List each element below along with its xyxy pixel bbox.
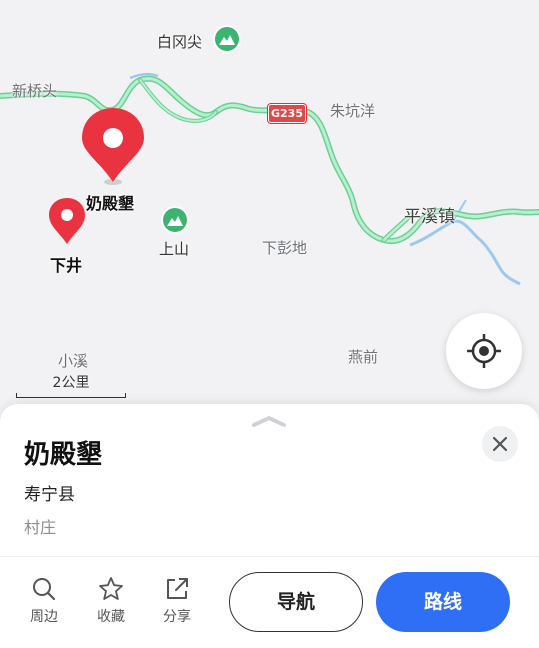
place-label-xiajing[interactable]: 下井	[50, 252, 82, 276]
favorite-button[interactable]: 收藏	[89, 570, 133, 626]
map-pin-icon	[49, 198, 85, 244]
road-shield-g235: G235	[268, 104, 306, 123]
chevron-up-icon	[252, 416, 286, 427]
locate-me-button[interactable]	[446, 313, 522, 389]
selected-location-pin[interactable]	[80, 106, 146, 190]
place-title: 奶殿墾	[24, 440, 103, 470]
divider	[0, 556, 539, 557]
mountain-icon[interactable]	[163, 208, 187, 232]
place-county: 寿宁县	[24, 485, 75, 505]
map-scale: 2公里	[16, 372, 126, 398]
close-button[interactable]	[482, 426, 518, 462]
place-detail-sheet: 奶殿墾 寿宁县 村庄 周边 收藏 分享 导航 路线	[0, 404, 539, 648]
place-label-yanqian[interactable]: 燕前	[348, 346, 378, 367]
place-label-xiaoxi[interactable]: 小溪	[58, 350, 88, 371]
share-button[interactable]: 分享	[155, 570, 199, 626]
star-icon	[99, 577, 123, 600]
nearby-button[interactable]: 周边	[22, 570, 66, 626]
sheet-handle[interactable]	[251, 412, 287, 431]
scale-label: 2公里	[52, 375, 90, 391]
navigate-button[interactable]: 导航	[229, 572, 363, 632]
favorite-label: 收藏	[97, 609, 125, 625]
scale-bar	[16, 393, 126, 398]
share-label: 分享	[163, 609, 191, 625]
place-label-zhukengyang[interactable]: 朱坑洋	[330, 100, 375, 121]
mountain-icon[interactable]	[215, 27, 239, 51]
place-label-xiapengdi[interactable]: 下彭地	[262, 237, 307, 258]
route-button[interactable]: 路线	[376, 572, 510, 632]
secondary-location-pin[interactable]	[47, 196, 87, 250]
search-icon	[33, 578, 56, 601]
place-label-naidianao[interactable]: 奶殿墾	[86, 190, 134, 214]
map-app: 白冈尖 新桥头 G235 朱坑洋 奶殿墾 下井 上山 下彭地 平溪镇 小溪 燕前…	[0, 0, 539, 648]
map-pin-icon	[82, 108, 144, 185]
close-icon	[492, 436, 508, 452]
map-view[interactable]: 白冈尖 新桥头 G235 朱坑洋 奶殿墾 下井 上山 下彭地 平溪镇 小溪 燕前…	[0, 0, 539, 430]
place-label-xinqiaotou[interactable]: 新桥头	[12, 80, 57, 101]
place-label-shangshan[interactable]: 上山	[159, 238, 189, 259]
locate-crosshair-icon	[467, 334, 501, 368]
place-category: 村庄	[24, 518, 57, 537]
share-icon	[167, 578, 188, 599]
place-label-baigangjian[interactable]: 白冈尖	[157, 31, 202, 52]
nearby-label: 周边	[30, 609, 58, 625]
river	[409, 219, 521, 286]
place-label-pingxizhen[interactable]: 平溪镇	[404, 202, 455, 227]
